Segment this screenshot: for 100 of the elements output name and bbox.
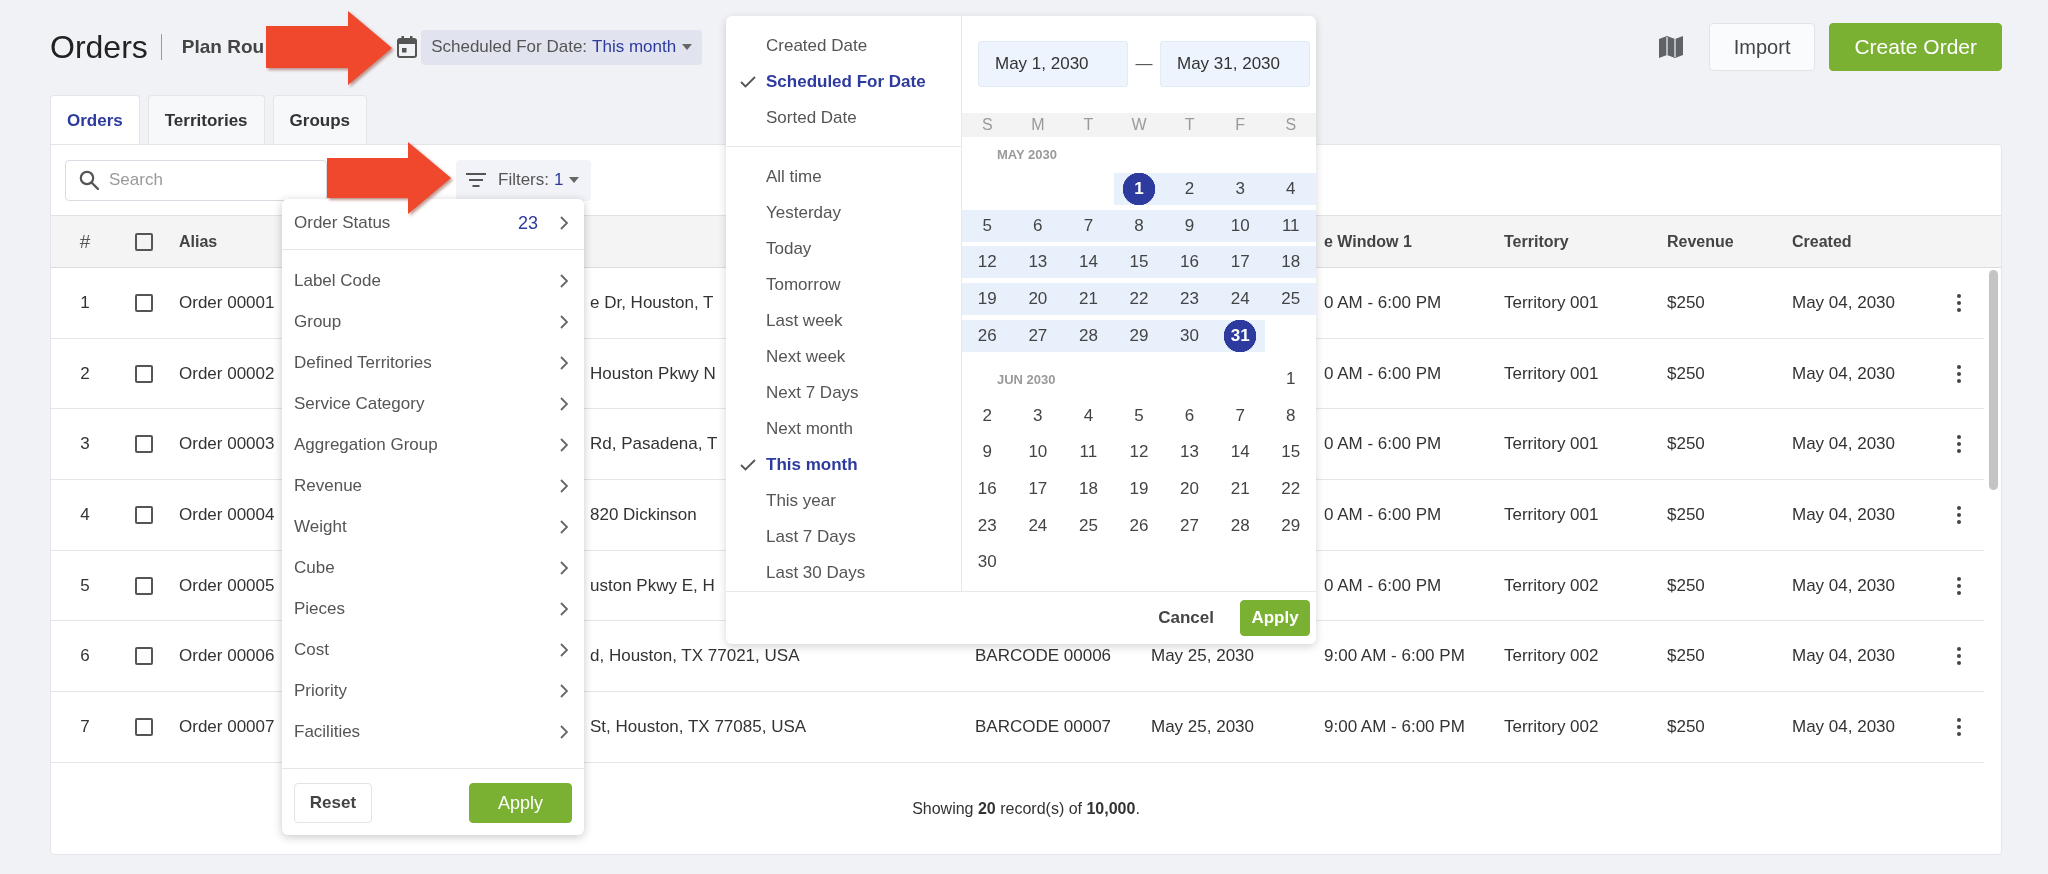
calendar-day[interactable]: 15 [1113, 246, 1165, 279]
calendar-day[interactable]: 17 [1214, 246, 1266, 279]
menu-item[interactable]: Next month [726, 411, 961, 447]
calendar-day[interactable]: 11 [1265, 209, 1316, 242]
calendar-day[interactable]: 20 [1012, 283, 1064, 316]
text-button[interactable]: Cancel [1152, 600, 1220, 636]
menu-item[interactable]: Last 30 Days [726, 555, 961, 591]
calendar-day[interactable]: 24 [1214, 283, 1266, 316]
menu-item[interactable]: Scheduled For Date [726, 64, 961, 100]
calendar-day[interactable]: 16 [1164, 246, 1215, 279]
secondary-button[interactable]: Import [1708, 23, 1816, 71]
calendar-day[interactable]: 3 [1214, 173, 1266, 206]
more-icon[interactable] [1957, 647, 1961, 666]
tab[interactable]: Territories [147, 95, 265, 145]
calendar-day[interactable]: 30 [962, 546, 1013, 579]
menu-item[interactable]: This year [726, 483, 961, 519]
checkbox[interactable] [135, 435, 153, 454]
calendar-day[interactable]: 6 [1164, 399, 1215, 432]
calendar-day[interactable]: 11 [1063, 436, 1114, 469]
calendar-day[interactable]: 13 [1164, 436, 1215, 469]
calendar-day[interactable]: 4 [1265, 173, 1316, 206]
calendar-day[interactable]: 13 [1012, 246, 1064, 279]
calendar-day[interactable]: 27 [1012, 319, 1064, 352]
date-field[interactable]: May 1, 2030 [978, 41, 1128, 87]
checkbox[interactable] [135, 293, 153, 312]
menu-item[interactable]: Aggregation Group [282, 424, 584, 465]
calendar-day[interactable]: 9 [962, 436, 1013, 469]
calendar-day[interactable]: 19 [962, 283, 1013, 316]
menu-item[interactable]: Tomorrow [726, 267, 961, 303]
calendar-day[interactable]: 20 [1164, 473, 1215, 506]
calendar-day[interactable]: 21 [1214, 473, 1266, 506]
calendar-day[interactable]: 18 [1265, 246, 1316, 279]
menu-item[interactable]: Today [726, 231, 961, 267]
secondary-button[interactable]: Reset [294, 783, 372, 823]
calendar-day[interactable]: 5 [962, 209, 1013, 242]
menu-item[interactable]: Revenue [282, 465, 584, 506]
calendar-day[interactable]: 12 [1113, 436, 1165, 469]
calendar-day[interactable]: 26 [962, 319, 1013, 352]
calendar-day[interactable]: 9 [1164, 209, 1215, 242]
calendar-day[interactable]: 12 [962, 246, 1013, 279]
tab[interactable]: Groups [272, 95, 368, 145]
tab[interactable]: Orders [50, 95, 140, 145]
date-field[interactable]: May 31, 2030 [1160, 41, 1310, 87]
calendar-day[interactable]: 31 [1214, 319, 1266, 352]
menu-item[interactable]: Order Status 23 [282, 203, 584, 243]
menu-item[interactable]: All time [726, 159, 961, 195]
menu-item[interactable]: Defined Territories [282, 342, 584, 383]
calendar-day[interactable]: 19 [1113, 473, 1165, 506]
menu-item[interactable]: Created Date [726, 28, 961, 64]
checkbox[interactable] [135, 505, 153, 524]
more-icon[interactable] [1957, 505, 1961, 524]
calendar-day[interactable]: 23 [1164, 283, 1215, 316]
menu-item[interactable]: Label Code [282, 260, 584, 301]
checkbox[interactable] [135, 232, 153, 251]
menu-item[interactable]: This month [726, 447, 961, 483]
scrollbar-thumb[interactable] [1989, 270, 1998, 490]
calendar-day[interactable]: 24 [1012, 509, 1064, 542]
calendar-day[interactable]: 5 [1113, 399, 1165, 432]
map-icon[interactable] [1658, 36, 1683, 58]
calendar-day[interactable]: 27 [1164, 509, 1215, 542]
calendar-day[interactable]: 29 [1265, 509, 1316, 542]
more-icon[interactable] [1957, 293, 1961, 312]
checkbox[interactable] [135, 647, 153, 666]
calendar-day[interactable]: 3 [1012, 399, 1064, 432]
calendar-day[interactable]: 7 [1063, 209, 1114, 242]
menu-item[interactable]: Yesterday [726, 195, 961, 231]
calendar-day[interactable]: 25 [1063, 509, 1114, 542]
menu-item[interactable]: Group [282, 301, 584, 342]
calendar-day[interactable]: 28 [1214, 509, 1266, 542]
calendar-day[interactable]: 21 [1063, 283, 1114, 316]
calendar-day[interactable]: 28 [1063, 319, 1114, 352]
calendar-day[interactable]: 6 [1012, 209, 1064, 242]
calendar-day[interactable]: 22 [1265, 473, 1316, 506]
menu-item[interactable]: Next week [726, 339, 961, 375]
calendar-day[interactable]: 7 [1214, 399, 1266, 432]
menu-item[interactable]: Service Category [282, 383, 584, 424]
more-icon[interactable] [1957, 364, 1961, 383]
menu-item[interactable]: Pieces [282, 588, 584, 629]
calendar-day[interactable]: 22 [1113, 283, 1165, 316]
calendar-day[interactable]: 1 [1265, 363, 1316, 396]
more-icon[interactable] [1957, 435, 1961, 454]
menu-item[interactable]: Cost [282, 629, 584, 670]
calendar-day[interactable]: 26 [1113, 509, 1165, 542]
calendar-day[interactable]: 8 [1113, 209, 1165, 242]
calendar-day[interactable]: 18 [1063, 473, 1114, 506]
calendar-day[interactable]: 15 [1265, 436, 1316, 469]
checkbox[interactable] [135, 364, 153, 383]
date-filter-button[interactable]: Scheduled For Date: This month [421, 29, 703, 65]
menu-item[interactable]: Weight [282, 506, 584, 547]
calendar-day[interactable]: 16 [962, 473, 1013, 506]
calendar-day[interactable]: 30 [1164, 319, 1215, 352]
menu-item[interactable]: Priority [282, 670, 584, 711]
calendar-day[interactable]: 10 [1012, 436, 1064, 469]
filter-button[interactable]: Filters: 1 [456, 159, 592, 201]
more-icon[interactable] [1957, 576, 1961, 595]
checkbox[interactable] [135, 576, 153, 595]
calendar-day[interactable]: 17 [1012, 473, 1064, 506]
menu-item[interactable]: Next 7 Days [726, 375, 961, 411]
calendar-day[interactable]: 1 [1113, 173, 1165, 206]
calendar-day[interactable]: 8 [1265, 399, 1316, 432]
